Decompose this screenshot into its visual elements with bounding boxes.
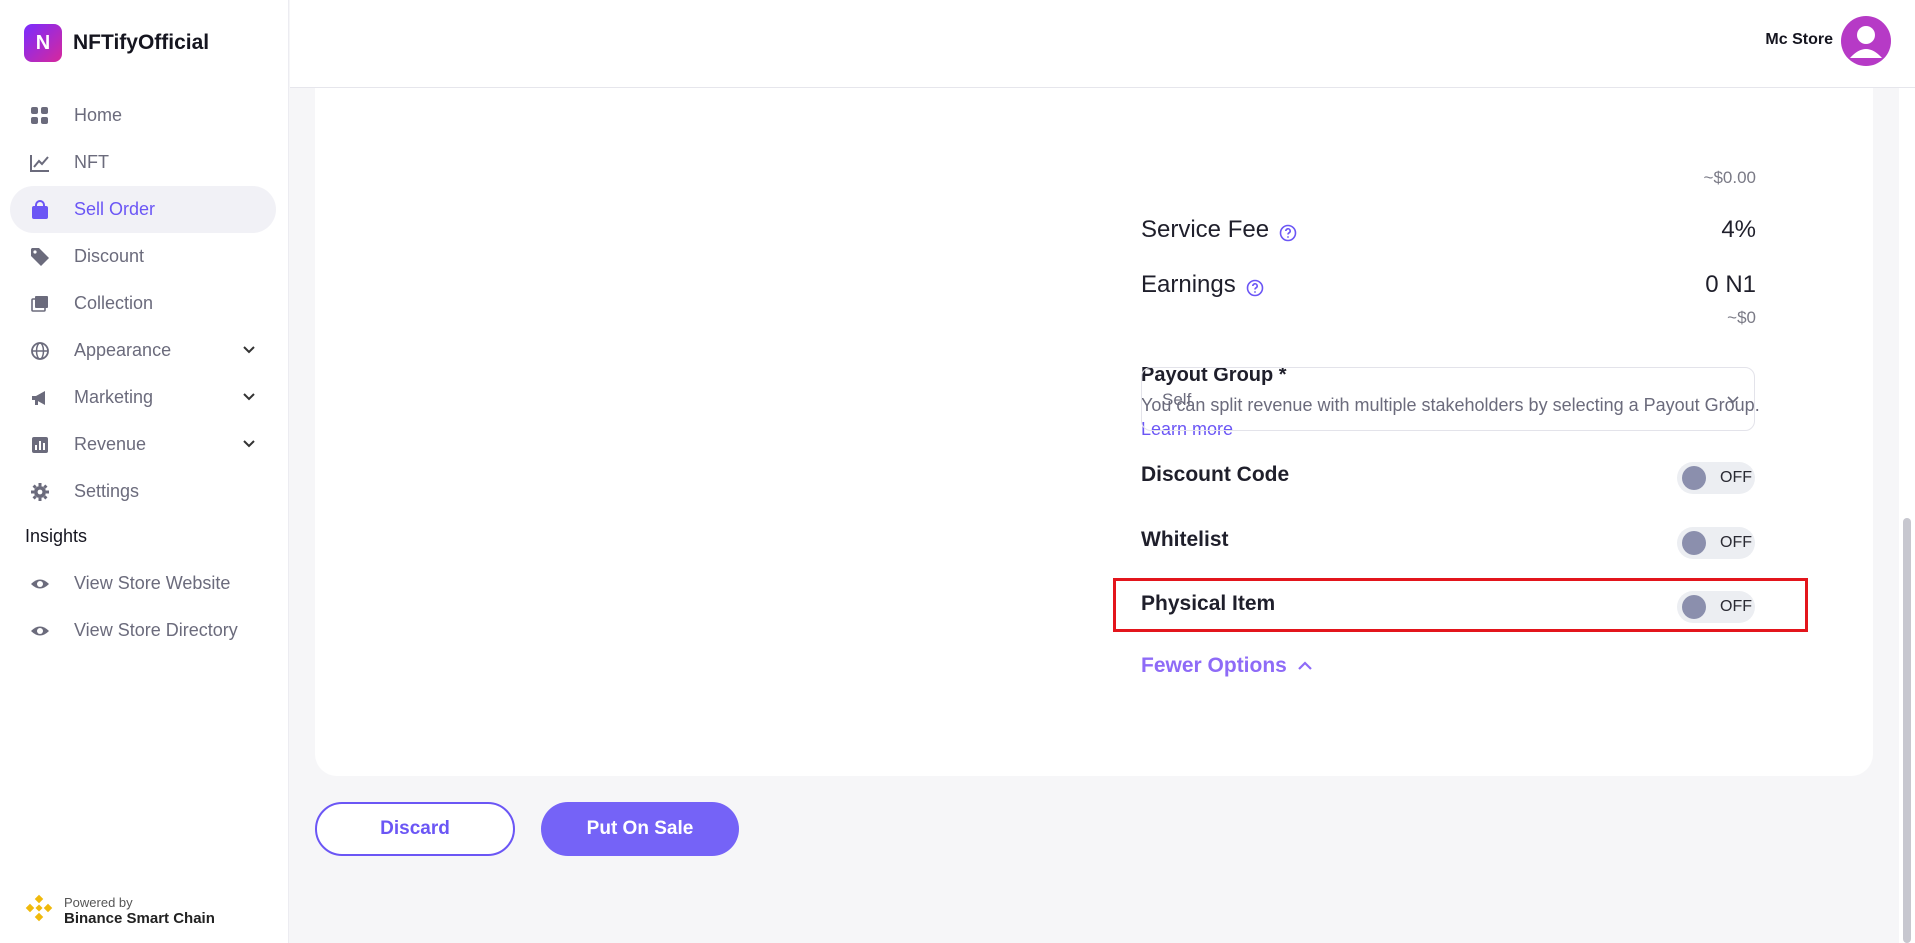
toggle-state: OFF (1720, 534, 1752, 551)
earnings-value: 0 N1 (1705, 271, 1756, 298)
sidebar-item-home[interactable]: Home (10, 92, 276, 139)
powered-by[interactable]: Powered by Binance Smart Chain (24, 893, 215, 928)
chevron-up-icon (1298, 661, 1312, 670)
binance-logo-icon (24, 893, 54, 928)
avatar[interactable] (1841, 16, 1891, 66)
sidebar-nav: Home NFT Sell Order Discount Collection (10, 92, 276, 515)
sidebar-item-settings[interactable]: Settings (10, 468, 276, 515)
payout-group-selected: Self (1162, 390, 1192, 409)
discard-button[interactable]: Discard (315, 802, 515, 856)
gear-icon (30, 482, 50, 502)
sidebar-item-label: View Store Website (74, 573, 231, 593)
chart-line-icon (30, 153, 50, 173)
sidebar-item-view-store-directory[interactable]: View Store Directory (10, 607, 276, 654)
sidebar-item-label: Home (74, 105, 123, 125)
service-fee-label-row: Service Fee (1141, 216, 1297, 244)
powered-by-chain: Binance Smart Chain (64, 909, 215, 927)
scrollbar-thumb[interactable] (1903, 518, 1911, 943)
sidebar-item-label: View Store Directory (74, 620, 238, 640)
question-circle-icon[interactable] (1246, 276, 1264, 297)
whitelist-label: Whitelist (1141, 528, 1229, 551)
sidebar-item-appearance[interactable]: Appearance (10, 327, 276, 374)
brand[interactable]: N NFTifyOfficial (24, 24, 209, 62)
toggle-knob (1682, 531, 1706, 555)
sidebar-item-label: Appearance (74, 340, 172, 360)
toggle-knob (1682, 466, 1706, 490)
physical-item-label: Physical Item (1141, 592, 1276, 615)
toggle-knob (1682, 595, 1706, 619)
sidebar-item-label: Collection (74, 293, 154, 313)
discount-code-toggle[interactable]: OFF (1677, 462, 1755, 494)
sidebar-item-marketing[interactable]: Marketing (10, 374, 276, 421)
sidebar-item-label: Sell Order (74, 199, 156, 219)
physical-item-toggle[interactable]: OFF (1677, 591, 1755, 623)
earnings-label: Earnings (1141, 271, 1236, 298)
brand-logo: N (24, 24, 62, 62)
chevron-down-icon (1726, 392, 1740, 410)
sidebar-item-label: NFT (74, 152, 109, 172)
put-on-sale-button[interactable]: Put On Sale (541, 802, 739, 856)
toggle-state: OFF (1720, 469, 1752, 486)
user-name[interactable]: Mc Store (1765, 31, 1833, 49)
sidebar-item-label: Settings (74, 481, 140, 501)
sidebar-item-sell-order[interactable]: Sell Order (10, 186, 276, 233)
sidebar-item-revenue[interactable]: Revenue (10, 421, 276, 468)
sidebar-item-label: Discount (74, 246, 145, 266)
service-fee-label: Service Fee (1141, 216, 1270, 243)
shopping-bag-icon (30, 199, 50, 220)
grid-icon (30, 106, 50, 126)
eye-icon (30, 574, 50, 594)
eye-icon (30, 621, 50, 641)
bar-chart-icon (30, 435, 50, 455)
question-circle-icon[interactable] (1279, 221, 1297, 242)
sidebar-item-view-store-website[interactable]: View Store Website (10, 560, 276, 607)
sidebar-item-label: Marketing (74, 387, 154, 407)
sidebar: N NFTifyOfficial Home NFT Sell Order Dis… (0, 0, 289, 943)
earnings-label-row: Earnings (1141, 271, 1264, 299)
scrollbar[interactable] (1899, 88, 1915, 943)
insights-nav: View Store Website View Store Directory (10, 560, 276, 654)
top-header: Mc Store (290, 0, 1915, 88)
price-usd-estimate: ~$0.00 (1703, 168, 1756, 187)
globe-icon (30, 341, 50, 361)
fewer-options-toggle[interactable]: Fewer Options (1141, 654, 1313, 678)
brand-name: NFTifyOfficial (73, 31, 210, 54)
chevron-down-icon[interactable] (242, 389, 256, 407)
fewer-options-label: Fewer Options (1141, 654, 1287, 677)
whitelist-toggle[interactable]: OFF (1677, 527, 1755, 559)
sidebar-item-nft[interactable]: NFT (10, 139, 276, 186)
toggle-state: OFF (1720, 598, 1752, 615)
sidebar-item-label: Revenue (74, 434, 147, 454)
tag-icon (30, 247, 50, 267)
sell-order-form-card: ~$0.00 Service Fee 4% Earnings 0 N1 ~$0 … (315, 88, 1873, 776)
insights-title: Insights (25, 526, 88, 546)
service-fee-value: 4% (1721, 216, 1756, 243)
powered-by-label: Powered by (64, 894, 133, 910)
user-icon (1850, 26, 1882, 58)
sidebar-item-discount[interactable]: Discount (10, 233, 276, 280)
earnings-usd: ~$0 (1727, 308, 1756, 327)
payout-group-select[interactable]: Self (1141, 367, 1755, 431)
discount-code-label: Discount Code (1141, 463, 1290, 486)
brand-logo-letter: N (35, 31, 51, 54)
sidebar-item-collection[interactable]: Collection (10, 280, 276, 327)
megaphone-icon (30, 388, 50, 408)
chevron-down-icon[interactable] (242, 436, 256, 454)
images-icon (30, 294, 50, 314)
chevron-down-icon[interactable] (242, 342, 256, 360)
